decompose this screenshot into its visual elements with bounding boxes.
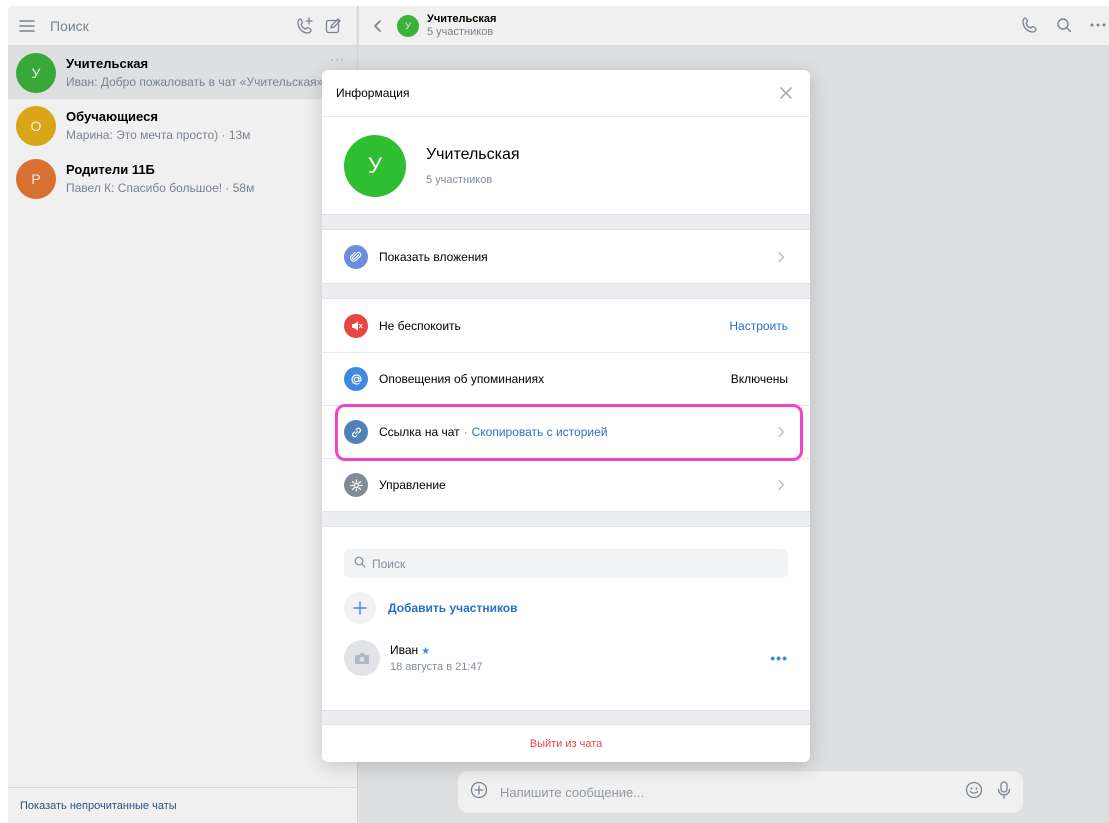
show-attachments-row[interactable]: Показать вложения [322, 230, 810, 283]
modal-title: Информация [336, 86, 410, 100]
do-not-disturb-configure-link[interactable]: Настроить [729, 319, 788, 333]
chat-profile-avatar[interactable]: У [344, 134, 406, 197]
section-divider [322, 710, 810, 724]
chat-link-row[interactable]: Ссылка на чат · Скопировать с историей [322, 405, 810, 458]
member-text: Иван ★ 18 августа в 21:47 [390, 643, 770, 673]
add-members-label: Добавить участников [388, 601, 518, 615]
modal-header: Информация [322, 70, 810, 117]
chat-link-separator: · [463, 425, 468, 439]
management-row[interactable]: Управление [322, 458, 810, 511]
mention-notifications-value: Включены [730, 372, 788, 386]
chat-link-label-group: Ссылка на чат · Скопировать с историей [379, 425, 774, 439]
search-icon [354, 555, 366, 573]
close-icon[interactable] [776, 83, 796, 103]
camera-avatar-icon [344, 640, 380, 676]
members-search-placeholder: Поиск [372, 556, 406, 571]
chevron-right-icon [774, 478, 788, 492]
copy-with-history-link[interactable]: Скопировать с историей [472, 425, 608, 439]
member-name-line: Иван ★ [390, 643, 770, 657]
member-joined-date: 18 августа в 21:47 [390, 661, 483, 673]
member-row[interactable]: Иван ★ 18 августа в 21:47 ••• [344, 638, 788, 678]
members-section: Поиск Добавить участников Иван ★ 18 авгус… [322, 527, 810, 678]
chevron-right-icon [774, 250, 788, 264]
management-label: Управление [379, 478, 446, 492]
mention-notifications-row[interactable]: Оповещения об упоминаниях Включены [322, 352, 810, 405]
megaphone-mute-icon [344, 313, 368, 338]
do-not-disturb-row[interactable]: Не беспокоить Настроить [322, 299, 810, 352]
chat-profile: У Учительская 5 участников [322, 117, 810, 214]
paperclip-icon [344, 244, 368, 269]
section-divider [322, 283, 810, 299]
mention-notifications-label: Оповещения об упоминаниях [379, 372, 545, 386]
gear-icon [344, 473, 368, 497]
member-more-icon[interactable]: ••• [770, 650, 788, 666]
admin-star-icon: ★ [421, 646, 431, 657]
chat-profile-members-count: 5 участников [426, 173, 493, 186]
chat-profile-name: Учительская [426, 145, 520, 163]
plus-icon [344, 592, 376, 624]
leave-chat-button[interactable]: Выйти из чата [322, 724, 810, 762]
chevron-right-icon [774, 425, 788, 439]
show-attachments-label: Показать вложения [379, 249, 488, 264]
chat-info-modal: Информация У Учительская 5 участников По… [322, 70, 810, 762]
do-not-disturb-label: Не беспокоить [379, 318, 461, 333]
chat-profile-text: Учительская 5 участников [426, 146, 520, 186]
section-divider [322, 214, 810, 230]
add-members-button[interactable]: Добавить участников [344, 592, 788, 624]
chat-link-label: Ссылка на чат [379, 425, 460, 439]
members-search-input[interactable]: Поиск [344, 549, 788, 578]
section-divider [322, 511, 810, 527]
at-sign-icon [344, 367, 368, 391]
link-icon [344, 420, 368, 444]
member-name: Иван [390, 643, 419, 657]
